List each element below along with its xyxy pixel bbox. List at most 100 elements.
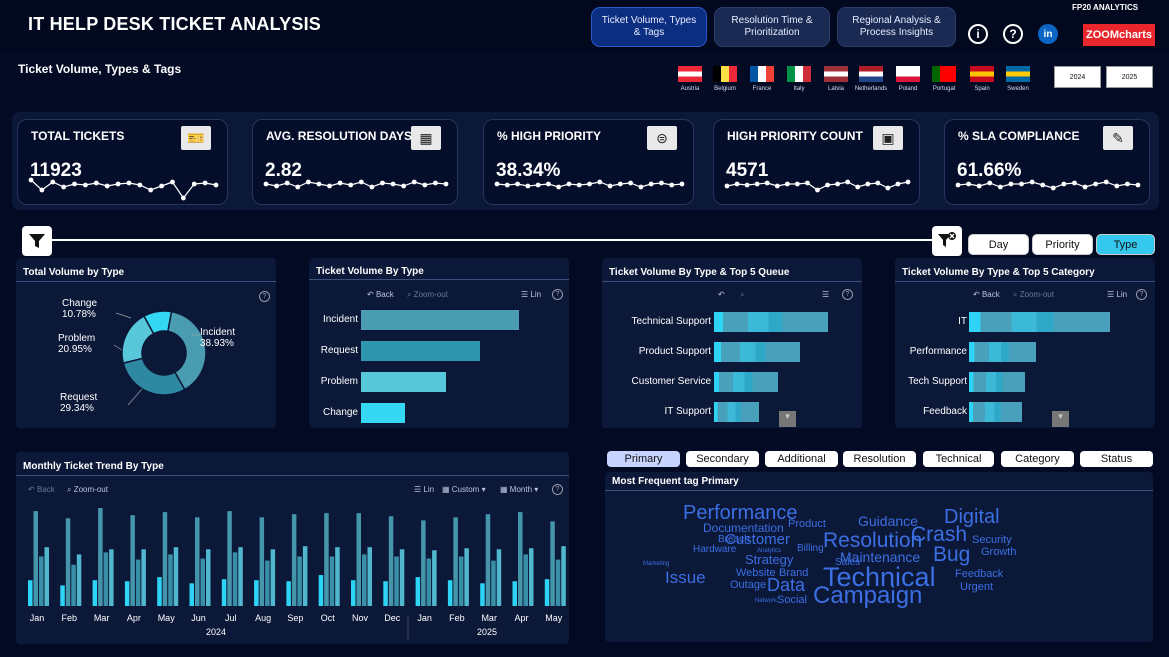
month-dropdown[interactable]: ▦ Month ▾ xyxy=(500,485,538,494)
bar-it-support[interactable] xyxy=(714,402,759,422)
flag-sweden-icon[interactable] xyxy=(1006,66,1030,82)
year-2024-button[interactable]: 2024 xyxy=(1054,66,1101,88)
tag-filter-secondary[interactable]: Secondary xyxy=(686,451,759,467)
linkedin-icon[interactable]: in xyxy=(1038,24,1058,44)
tag-cloud-panel: Most Frequent tag Primary Technical Campa… xyxy=(605,472,1153,642)
bar-feedback[interactable] xyxy=(969,402,1022,422)
kpi-title: % SLA COMPLIANCE xyxy=(958,129,1080,143)
category-bar-chart[interactable]: IT Performance Tech Support Feedback xyxy=(895,258,1155,428)
flag-austria-icon[interactable] xyxy=(678,66,702,82)
flag-belgium-icon[interactable] xyxy=(713,66,737,82)
sparkline-point xyxy=(835,181,841,187)
clear-filter-icon[interactable] xyxy=(932,226,962,256)
cloud-word[interactable]: Digital xyxy=(944,507,1000,527)
cloud-word[interactable]: Documentation xyxy=(703,522,784,534)
toggle-priority[interactable]: Priority xyxy=(1032,234,1093,255)
bar-performance[interactable] xyxy=(969,342,1036,362)
tag-filter-category[interactable]: Category xyxy=(1001,451,1074,467)
nav-tab-resolution[interactable]: Resolution Time & Prioritization xyxy=(714,7,830,47)
flag-portugal-icon[interactable] xyxy=(932,66,956,82)
bar-request[interactable] xyxy=(361,341,481,361)
type-bar-chart[interactable]: Incident Request Problem Change xyxy=(309,258,569,428)
sparkline-point xyxy=(754,181,760,187)
cloud-word[interactable]: Resolution xyxy=(823,530,922,551)
bar-label: Technical Support xyxy=(631,316,712,327)
monthly-trend-chart[interactable]: Jan Feb Mar Apr May Jun Jul Aug Sep Oct Nov Dec Jan F… xyxy=(16,500,569,645)
sparkline-point xyxy=(295,184,301,190)
sparkline-point xyxy=(104,183,110,189)
filter-icon[interactable] xyxy=(22,226,52,256)
flag-poland-icon[interactable] xyxy=(896,66,920,82)
bar-tech-support[interactable] xyxy=(969,372,1026,392)
sparkline-point xyxy=(1050,185,1056,191)
sparkline-point xyxy=(515,181,520,187)
flag-netherlands-icon[interactable] xyxy=(859,66,883,82)
month-tick-label: Jan xyxy=(30,613,45,623)
cloud-word[interactable]: Strategy xyxy=(745,553,793,566)
help-icon[interactable]: ? xyxy=(1003,24,1023,44)
scroll-down-icon[interactable]: ▾ xyxy=(1052,411,1069,427)
flag-italy-icon[interactable] xyxy=(787,66,811,82)
cloud-word[interactable]: Issue xyxy=(665,569,706,586)
sparkline-point xyxy=(744,182,750,188)
cloud-word[interactable]: Growth xyxy=(981,547,1016,558)
leader-line xyxy=(127,388,143,406)
tag-filter-resolution[interactable]: Resolution xyxy=(843,451,916,467)
cloud-word[interactable]: Guidance xyxy=(858,514,918,528)
bar-it[interactable] xyxy=(969,312,1110,332)
bar-customer-service[interactable] xyxy=(714,372,778,392)
cloud-word[interactable]: Security xyxy=(972,535,1012,546)
flag-france-icon[interactable] xyxy=(750,66,774,82)
back-button[interactable]: ↶ Back xyxy=(28,485,55,494)
queue-bar-chart[interactable]: Technical Support Product Support Customer… xyxy=(602,258,862,428)
tag-filter-primary[interactable]: Primary xyxy=(607,451,680,467)
word-cloud[interactable]: Technical Campaign Resolution Performance Cr… xyxy=(605,472,1153,642)
cloud-word[interactable]: Feedback xyxy=(955,569,1003,580)
flag-label: Belgium xyxy=(714,86,736,92)
cloud-word[interactable]: Sales xyxy=(835,558,860,568)
cloud-word[interactable]: Billing xyxy=(797,544,824,554)
tag-filter-status[interactable]: Status xyxy=(1080,451,1153,467)
cloud-word[interactable]: Network xyxy=(755,598,777,604)
cloud-word[interactable]: Bug xyxy=(933,544,970,565)
cloud-word[interactable]: Performance xyxy=(683,503,798,523)
flag-spain-icon[interactable] xyxy=(970,66,994,82)
donut-chart[interactable] xyxy=(16,258,276,428)
cloud-word[interactable]: Hardware xyxy=(693,545,736,555)
cloud-word[interactable]: Marketing xyxy=(643,561,669,567)
tag-filter-additional[interactable]: Additional xyxy=(765,451,838,467)
scroll-down-icon[interactable]: ▾ xyxy=(779,411,796,427)
cloud-word[interactable]: Campaign xyxy=(813,584,922,608)
nav-tab-regional[interactable]: Regional Analysis & Process Insights xyxy=(837,7,956,47)
sparkline-point xyxy=(845,179,851,185)
info-icon[interactable]: i xyxy=(968,24,988,44)
bar-change[interactable] xyxy=(361,403,405,423)
sparkline-point xyxy=(348,182,354,188)
sparkline-point xyxy=(274,183,279,189)
toggle-day[interactable]: Day xyxy=(968,234,1029,255)
lin-button[interactable]: ☰ Lin xyxy=(414,485,434,494)
bar-technical-support[interactable] xyxy=(714,312,828,332)
trend-bar xyxy=(238,547,243,606)
custom-dropdown[interactable]: ▦ Custom ▾ xyxy=(442,485,486,494)
cloud-word[interactable]: Product xyxy=(788,519,826,530)
trend-bar xyxy=(98,508,103,606)
flag-latvia-icon[interactable] xyxy=(824,66,848,82)
cloud-word[interactable]: Social xyxy=(777,595,807,606)
trend-bar xyxy=(65,518,71,606)
help-icon[interactable]: ? xyxy=(552,484,563,495)
bar-product-support[interactable] xyxy=(714,342,801,362)
nav-tab-volume[interactable]: Ticket Volume, Types & Tags xyxy=(591,7,707,47)
year-2025-button[interactable]: 2025 xyxy=(1106,66,1153,88)
toggle-type[interactable]: Type xyxy=(1096,234,1155,255)
bar-problem[interactable] xyxy=(361,372,447,392)
cloud-word[interactable]: Analytics xyxy=(757,548,781,554)
cloud-word[interactable]: Brand xyxy=(779,568,808,579)
cloud-word[interactable]: Outage xyxy=(730,580,766,591)
cloud-word[interactable]: Website xyxy=(736,568,776,579)
zoom-out-button[interactable]: ⌕ Zoom-out xyxy=(67,485,108,495)
tag-filter-technical[interactable]: Technical xyxy=(923,451,994,467)
trend-bar xyxy=(496,549,502,606)
cloud-word[interactable]: Urgent xyxy=(960,582,993,593)
bar-incident[interactable] xyxy=(361,310,519,330)
